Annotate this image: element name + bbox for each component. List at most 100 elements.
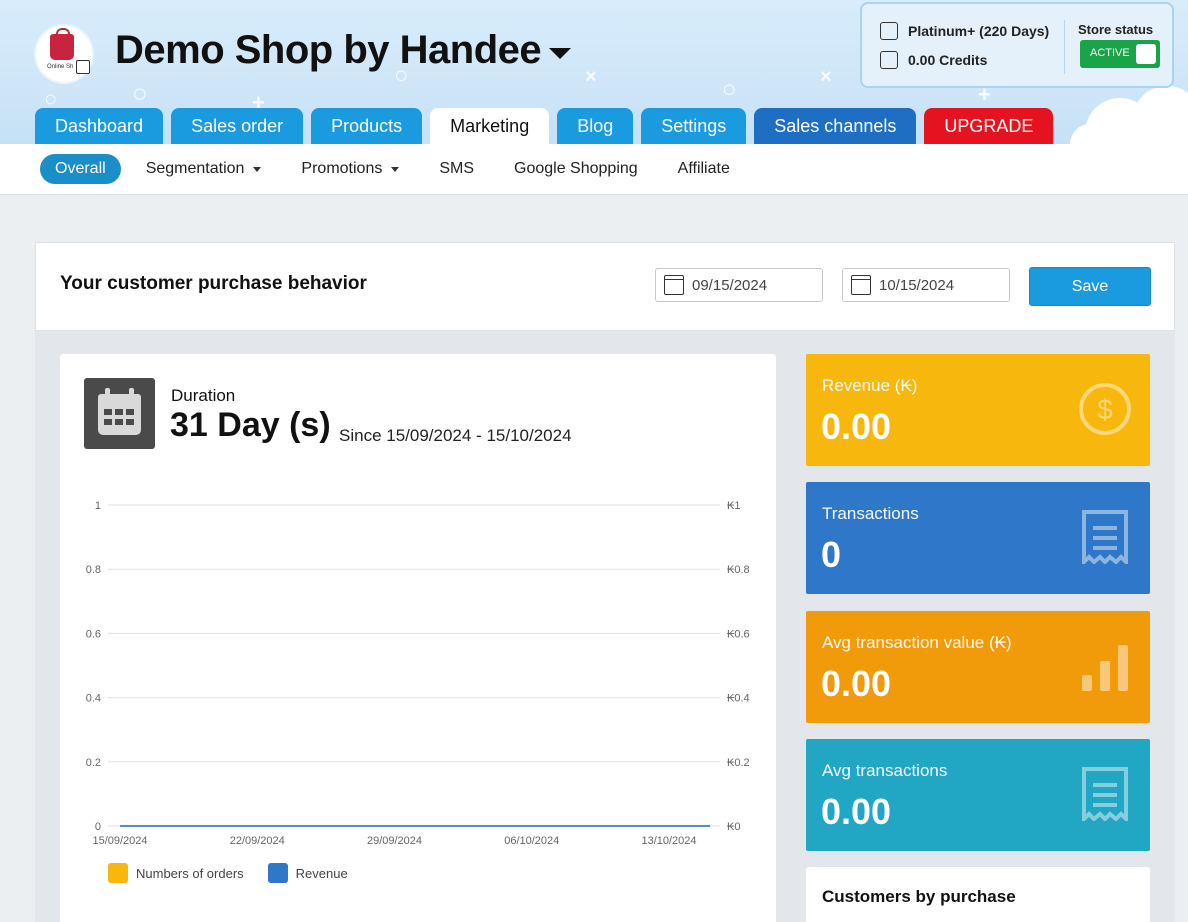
toggle-knob [1136, 44, 1156, 64]
orders-revenue-chart: 0 ₭0 0.2 ₭0.2 0.4 ₭0.4 0.6 ₭0.6 0.8 ₭0.8 1 ₭1 15/09/… [86, 500, 750, 847]
edit-logo-icon[interactable] [76, 60, 90, 74]
stat-label: Avg transactions [822, 761, 948, 780]
decor-circle: ○ [722, 76, 737, 103]
y-right-tick-label: ₭0 [727, 821, 740, 833]
shop-logo[interactable]: Online Sh [36, 26, 92, 82]
stat-label: Revenue (₭) [822, 376, 918, 395]
y-left-tick-label: 0.6 [86, 628, 101, 640]
receipt-icon [1082, 510, 1128, 564]
main-tabs: Dashboard Sales order Products Marketing… [35, 108, 1061, 144]
marketing-subnav: Overall Segmentation Promotions SMS Goog… [0, 144, 1188, 195]
tab-upgrade[interactable]: UPGRADE [924, 108, 1054, 144]
store-icon [880, 22, 898, 40]
subnav-affiliate[interactable]: Affiliate [678, 160, 730, 178]
app-header: ○ ○ + ○ × ○ × + Online Sh Demo Shop by H… [0, 0, 1188, 144]
tab-sales-order[interactable]: Sales order [171, 108, 304, 144]
svg-text:$: $ [1097, 394, 1113, 425]
y-right-tick-label: ₭1 [727, 500, 740, 512]
behavior-title: Your customer purchase behavior [60, 273, 367, 294]
legend-swatch-orders [108, 863, 128, 883]
customers-by-purchase-card: Customers by purchase [806, 867, 1150, 922]
subnav-label: Promotions [301, 160, 383, 177]
tab-marketing[interactable]: Marketing [430, 108, 550, 144]
stat-label: Avg transaction value (₭) [822, 633, 1012, 652]
x-tick-label: 15/09/2024 [92, 835, 147, 847]
card-title: Customers by purchase [822, 887, 1016, 906]
store-status-toggle[interactable]: ACTIVE [1080, 40, 1160, 68]
x-tick-label: 22/09/2024 [230, 835, 285, 847]
decor-cross: × [820, 66, 832, 88]
y-right-tick-label: ₭0.6 [727, 628, 750, 640]
behavior-card: Your customer purchase behavior 09/15/20… [35, 242, 1175, 331]
y-left-tick-label: 0.4 [86, 693, 101, 705]
x-tick-label: 13/10/2024 [641, 835, 696, 847]
y-left-tick-label: 1 [95, 500, 101, 512]
y-right-tick-label: ₭0.8 [727, 564, 750, 576]
tab-settings[interactable]: Settings [641, 108, 747, 144]
y-left-tick-label: 0.2 [86, 757, 101, 769]
chevron-down-icon [549, 48, 572, 59]
stat-value: 0.00 [821, 406, 892, 447]
duration-value: 31 Day (s) [170, 406, 331, 444]
x-tick-label: 29/09/2024 [367, 835, 422, 847]
y-right-tick-label: ₭0.4 [727, 693, 750, 705]
plan-status-box: Platinum+ (220 Days) 0.00 Credits Store … [860, 2, 1174, 88]
end-date-input[interactable]: 10/15/2024 [842, 268, 1010, 302]
subnav-google-shopping[interactable]: Google Shopping [514, 160, 638, 178]
logo-text: Online Sh [47, 64, 74, 70]
subnav-promotions[interactable]: Promotions [301, 160, 400, 178]
calendar-icon [84, 378, 155, 449]
tab-blog[interactable]: Blog [557, 108, 634, 144]
caret-down-icon [253, 166, 262, 172]
avg-transactions-stat-card: Avg transactions 0.00 [806, 739, 1150, 851]
wallet-icon [880, 51, 898, 69]
shop-selector[interactable]: Demo Shop by Handee [115, 28, 572, 73]
store-status-value: ACTIVE [1090, 47, 1130, 59]
calendar-glyph [98, 388, 141, 435]
divider [1064, 20, 1065, 74]
calendar-icon [664, 275, 684, 295]
stat-label: Transactions [822, 504, 919, 523]
subnav-segmentation[interactable]: Segmentation [146, 160, 262, 178]
caret-down-icon [391, 166, 400, 172]
dollar-coin-icon: $ [1079, 383, 1131, 435]
shopping-bag-icon [50, 28, 74, 60]
avg-transaction-value-stat-card: Avg transaction value (₭) 0.00 [806, 611, 1150, 723]
tab-products[interactable]: Products [311, 108, 423, 144]
shop-name: Demo Shop by Handee [115, 28, 542, 72]
y-left-tick-label: 0.8 [86, 564, 101, 576]
credits-row[interactable]: 0.00 Credits [880, 51, 987, 69]
store-status-label: Store status [1078, 22, 1154, 37]
subnav-overall[interactable]: Overall [40, 154, 121, 184]
end-date-value: 10/15/2024 [879, 276, 955, 294]
save-button[interactable]: Save [1029, 267, 1151, 306]
decor-cloud [1070, 124, 1188, 144]
decor-circle: ○ [132, 78, 148, 108]
duration-label: Duration [171, 386, 236, 405]
plan-label: Platinum+ (220 Days) [908, 23, 1050, 39]
transactions-stat-card: Transactions 0 [806, 482, 1150, 594]
stat-value: 0.00 [821, 791, 892, 832]
legend-label-revenue[interactable]: Revenue [296, 866, 348, 881]
chart-card: Duration 31 Day (s) Since 15/09/2024 - 1… [60, 354, 776, 922]
decor-cross: × [585, 66, 597, 88]
legend-swatch-revenue [267, 863, 288, 883]
x-tick-label: 06/10/2024 [504, 835, 559, 847]
subnav-label: Segmentation [145, 160, 245, 177]
chart-legend: Numbers of orders Revenue [108, 863, 348, 883]
y-left-tick-label: 0 [95, 821, 101, 833]
credits-label: 0.00 Credits [908, 52, 988, 68]
bar-chart-icon [1082, 645, 1128, 691]
plan-row[interactable]: Platinum+ (220 Days) [880, 22, 1049, 40]
subnav-sms[interactable]: SMS [439, 160, 474, 178]
stat-value: 0 [821, 534, 842, 575]
tab-sales-channels[interactable]: Sales channels [754, 108, 917, 144]
duration-range: Since 15/09/2024 - 15/10/2024 [339, 426, 572, 445]
tab-dashboard[interactable]: Dashboard [35, 108, 164, 144]
calendar-icon [851, 275, 871, 295]
receipt-icon [1082, 767, 1128, 821]
y-right-tick-label: ₭0.2 [727, 757, 750, 769]
start-date-input[interactable]: 09/15/2024 [655, 268, 823, 302]
legend-label-orders[interactable]: Numbers of orders [136, 866, 244, 881]
start-date-value: 09/15/2024 [692, 276, 768, 294]
